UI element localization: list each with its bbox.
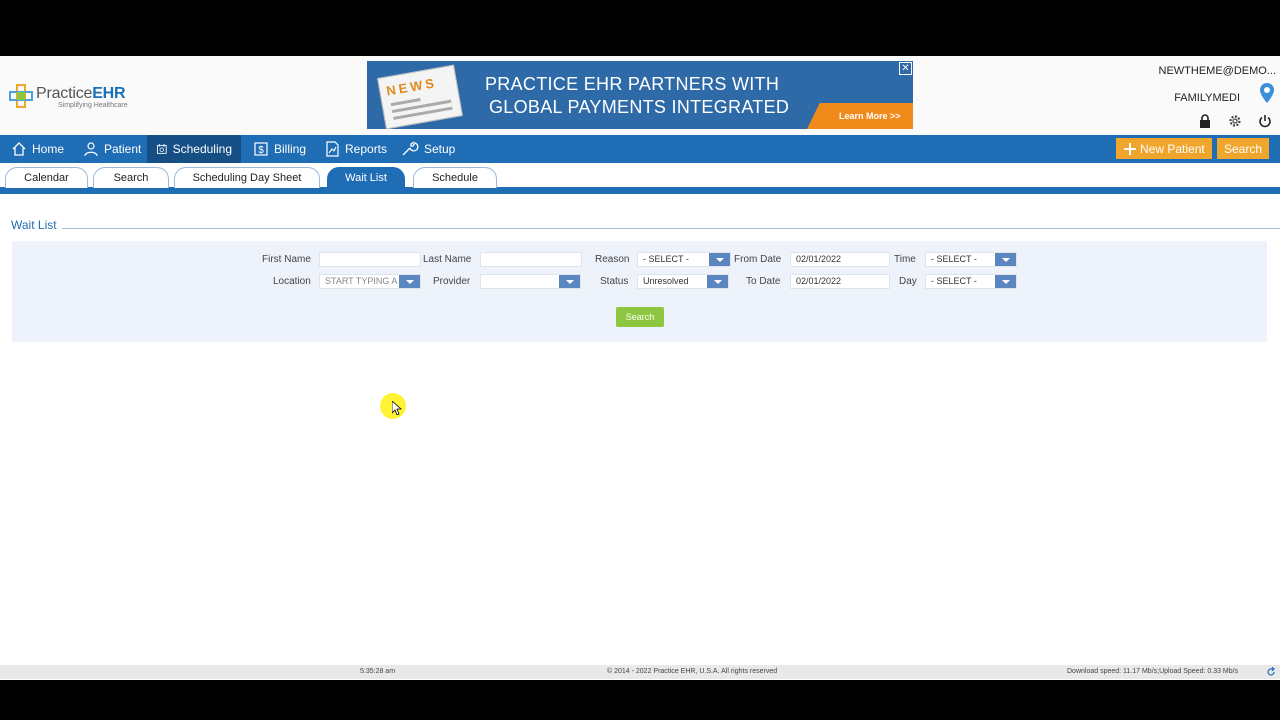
chevron-down-icon[interactable] bbox=[707, 275, 728, 288]
app-window: PracticeEHR Simplifying Healthcare NEWS … bbox=[0, 56, 1280, 680]
chevron-down-icon[interactable] bbox=[995, 253, 1016, 266]
logo-brand: PracticeEHR bbox=[36, 85, 126, 102]
time-value: - SELECT - bbox=[931, 254, 977, 264]
title-divider bbox=[62, 228, 1280, 229]
user-icon bbox=[84, 142, 98, 157]
news-banner[interactable]: NEWS PRACTICE EHR PARTNERS WITH GLOBAL P… bbox=[367, 61, 913, 129]
svg-text:$: $ bbox=[258, 145, 264, 156]
nav-reports[interactable]: Reports bbox=[315, 135, 396, 163]
location-select[interactable]: START TYPING A L bbox=[319, 274, 421, 289]
chevron-down-icon[interactable] bbox=[559, 275, 580, 288]
from-date-input[interactable]: 02/01/2022 bbox=[790, 252, 890, 267]
first-name-label: First Name bbox=[262, 254, 311, 265]
from-date-label: From Date bbox=[734, 254, 782, 265]
nav-setup-label: Setup bbox=[424, 142, 456, 156]
mouse-cursor-icon bbox=[392, 401, 402, 415]
footer-time: 5:35:28 am bbox=[360, 668, 396, 675]
last-name-label: Last Name bbox=[423, 254, 472, 265]
nav-home[interactable]: Home bbox=[2, 135, 73, 163]
to-date-label: To Date bbox=[746, 276, 781, 287]
tab-calendar[interactable]: Calendar bbox=[5, 167, 88, 188]
day-select[interactable]: - SELECT - bbox=[925, 274, 1017, 289]
tab-search[interactable]: Search bbox=[93, 167, 169, 188]
status-select[interactable]: Unresolved bbox=[637, 274, 729, 289]
day-value: - SELECT - bbox=[931, 276, 977, 286]
first-name-input[interactable] bbox=[319, 252, 421, 267]
dollar-icon: $ bbox=[254, 142, 268, 156]
footer-copyright: © 2014 - 2022 Practice EHR, U.S.A. All r… bbox=[607, 668, 778, 675]
new-patient-button[interactable]: New Patient bbox=[1116, 138, 1212, 159]
nav-scheduling-label: Scheduling bbox=[172, 142, 232, 156]
last-name-input[interactable] bbox=[480, 252, 582, 267]
footer: 5:35:28 am © 2014 - 2022 Practice EHR, U… bbox=[0, 665, 1280, 679]
nav-reports-label: Reports bbox=[345, 142, 388, 156]
reason-label: Reason bbox=[595, 254, 630, 265]
provider-label: Provider bbox=[433, 276, 471, 287]
gear-icon[interactable] bbox=[1228, 114, 1242, 128]
tab-schedule[interactable]: Schedule bbox=[413, 167, 497, 188]
wrench-icon bbox=[402, 141, 419, 156]
logo-cross-icon bbox=[9, 84, 33, 108]
home-icon bbox=[12, 142, 26, 156]
chevron-down-icon[interactable] bbox=[399, 275, 420, 288]
footer-speed: Download speed: 11.17 Mb/s;Upload Speed:… bbox=[1067, 668, 1239, 675]
lock-icon[interactable] bbox=[1198, 114, 1212, 128]
practice-name[interactable]: FAMILYMEDI bbox=[1174, 92, 1240, 104]
calendar-icon bbox=[157, 143, 167, 154]
nav-home-label: Home bbox=[32, 142, 65, 156]
page-title: Wait List bbox=[11, 218, 57, 232]
chart-icon bbox=[326, 141, 339, 157]
tab-wait-list[interactable]: Wait List bbox=[327, 167, 405, 188]
provider-select[interactable] bbox=[480, 274, 581, 289]
search-button[interactable]: Search bbox=[616, 307, 664, 327]
reason-value: - SELECT - bbox=[643, 254, 689, 264]
to-date-input[interactable]: 02/01/2022 bbox=[790, 274, 890, 289]
nav-patient[interactable]: Patient bbox=[74, 135, 150, 163]
banner-headline-1: PRACTICE EHR PARTNERS WITH bbox=[485, 74, 780, 94]
tab-scheduling-day-sheet[interactable]: Scheduling Day Sheet bbox=[174, 167, 320, 188]
news-label: NEWS bbox=[385, 74, 439, 99]
nav-scheduling[interactable]: Scheduling bbox=[147, 135, 241, 163]
sub-tabs: Calendar Search Scheduling Day Sheet Wai… bbox=[0, 163, 1280, 194]
nav-setup[interactable]: Setup bbox=[392, 135, 464, 163]
learn-more-button[interactable]: Learn More >> bbox=[807, 103, 913, 129]
refresh-icon[interactable] bbox=[1266, 667, 1276, 677]
banner-close-icon[interactable]: ✕ bbox=[899, 62, 912, 75]
nav-patient-label: Patient bbox=[104, 142, 142, 156]
time-label: Time bbox=[894, 254, 916, 265]
status-value: Unresolved bbox=[643, 276, 689, 286]
time-select[interactable]: - SELECT - bbox=[925, 252, 1017, 267]
top-search-label: Search bbox=[1224, 141, 1263, 156]
day-label: Day bbox=[899, 276, 917, 287]
chevron-down-icon[interactable] bbox=[709, 253, 730, 266]
nav-billing[interactable]: $ Billing bbox=[244, 135, 315, 163]
reason-select[interactable]: - SELECT - bbox=[637, 252, 731, 267]
user-email[interactable]: NEWTHEME@DEMO... bbox=[1159, 65, 1277, 77]
logo[interactable]: PracticeEHR Simplifying Healthcare bbox=[9, 83, 139, 113]
top-search-button[interactable]: Search bbox=[1217, 138, 1270, 159]
header: PracticeEHR Simplifying Healthcare NEWS … bbox=[0, 56, 1280, 135]
main-nav: Home Patient Scheduling $ Billing Report… bbox=[0, 135, 1280, 163]
power-icon[interactable] bbox=[1258, 114, 1272, 128]
location-label: Location bbox=[273, 276, 311, 287]
logo-tagline: Simplifying Healthcare bbox=[58, 102, 128, 109]
chevron-down-icon[interactable] bbox=[995, 275, 1016, 288]
status-label: Status bbox=[600, 276, 629, 287]
location-pin-icon[interactable] bbox=[1260, 83, 1274, 103]
new-patient-label: New Patient bbox=[1140, 141, 1205, 156]
location-placeholder: START TYPING A L bbox=[325, 276, 405, 286]
newspaper-graphic: NEWS bbox=[377, 64, 463, 129]
plus-icon bbox=[1124, 142, 1136, 155]
nav-billing-label: Billing bbox=[274, 142, 307, 156]
banner-headline-2: GLOBAL PAYMENTS INTEGRATED bbox=[489, 97, 790, 117]
